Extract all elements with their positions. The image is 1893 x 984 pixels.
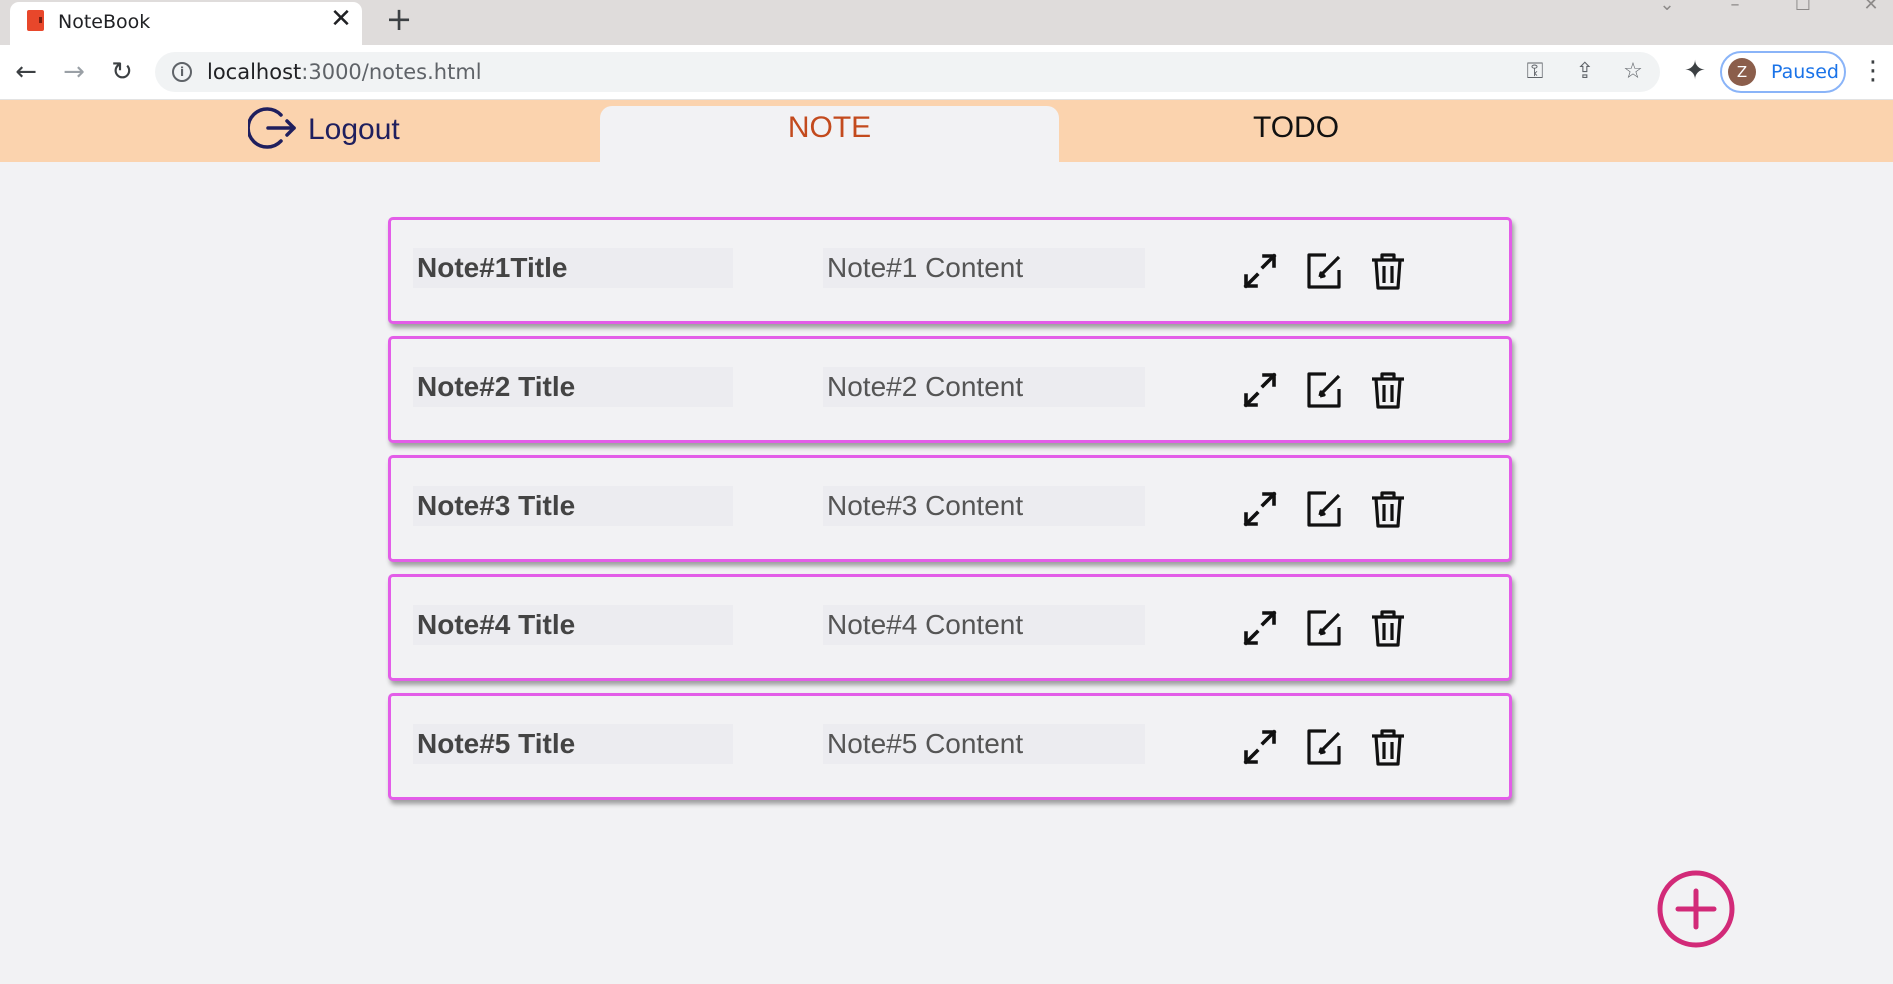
app-header: Logout NOTE TODO [0,100,1893,162]
logout-button[interactable]: Logout [246,103,400,157]
minimize-icon[interactable]: – [1722,0,1748,15]
close-tab-icon[interactable]: ✕ [328,6,354,32]
logout-icon [246,103,298,157]
edit-icon[interactable] [1304,488,1344,530]
url-text[interactable]: localhost:3000/notes.html [207,60,482,84]
avatar: Z [1728,58,1756,86]
note-title: Note#3 Title [413,486,733,526]
profile-button[interactable]: Z Paused [1720,51,1846,93]
note-card: Note#1Title Note#1 Content [388,217,1512,324]
edit-icon[interactable] [1304,250,1344,292]
forward-icon[interactable]: → [57,55,91,89]
url-path: :3000/notes.html [301,60,482,84]
note-title: Note#5 Title [413,724,733,764]
note-card: Note#2 Title Note#2 Content [388,336,1512,443]
url-host: localhost [207,60,302,84]
profile-status: Paused [1771,61,1839,83]
note-content: Note#3 Content [823,486,1145,526]
note-content: Note#2 Content [823,367,1145,407]
note-list: Note#1Title Note#1 Content Note#2 Title … [388,217,1512,812]
browser-tab-title: NoteBook [58,11,151,33]
expand-icon[interactable] [1240,369,1280,411]
key-icon[interactable]: ⚿ [1522,59,1548,85]
note-card: Note#4 Title Note#4 Content [388,574,1512,681]
note-content: Note#1 Content [823,248,1145,288]
browser-toolbar: ← → ↻ i localhost:3000/notes.html ⚿ ⇪ ☆ … [0,45,1893,100]
expand-icon[interactable] [1240,607,1280,649]
back-icon[interactable]: ← [9,55,43,89]
address-bar[interactable]: i localhost:3000/notes.html ⚿ ⇪ ☆ [155,52,1660,92]
note-title: Note#1Title [413,248,733,288]
site-info-icon[interactable]: i [172,62,192,82]
expand-icon[interactable] [1240,726,1280,768]
maximize-icon[interactable]: ☐ [1790,0,1816,15]
edit-icon[interactable] [1304,369,1344,411]
browser-tab-strip: NoteBook ✕ + ⌄ – ☐ ✕ [0,0,1893,46]
note-content: Note#5 Content [823,724,1145,764]
trash-icon[interactable] [1368,250,1408,292]
note-card: Note#5 Title Note#5 Content [388,693,1512,800]
tab-note[interactable]: NOTE [600,106,1059,162]
note-title: Note#4 Title [413,605,733,645]
browser-tab[interactable]: NoteBook ✕ [10,2,362,46]
notebook-favicon-icon [27,10,44,31]
new-tab-icon[interactable]: + [384,3,414,35]
trash-icon[interactable] [1368,369,1408,411]
trash-icon[interactable] [1368,607,1408,649]
trash-icon[interactable] [1368,488,1408,530]
extensions-puzzle-icon[interactable]: ✦ [1680,56,1710,86]
browser-menu-icon[interactable]: ⋮ [1860,56,1886,86]
reload-icon[interactable]: ↻ [105,55,139,89]
add-note-button[interactable] [1656,869,1736,949]
note-title: Note#2 Title [413,367,733,407]
logout-label: Logout [308,113,400,146]
tab-todo[interactable]: TODO [1180,106,1412,150]
share-icon[interactable]: ⇪ [1572,59,1598,85]
note-card: Note#3 Title Note#3 Content [388,455,1512,562]
tab-search-icon[interactable]: ⌄ [1654,0,1680,15]
note-content: Note#4 Content [823,605,1145,645]
edit-icon[interactable] [1304,607,1344,649]
close-window-icon[interactable]: ✕ [1858,0,1884,15]
add-circle-icon [1656,870,1736,953]
edit-icon[interactable] [1304,726,1344,768]
expand-icon[interactable] [1240,250,1280,292]
trash-icon[interactable] [1368,726,1408,768]
expand-icon[interactable] [1240,488,1280,530]
bookmark-star-icon[interactable]: ☆ [1620,59,1646,85]
